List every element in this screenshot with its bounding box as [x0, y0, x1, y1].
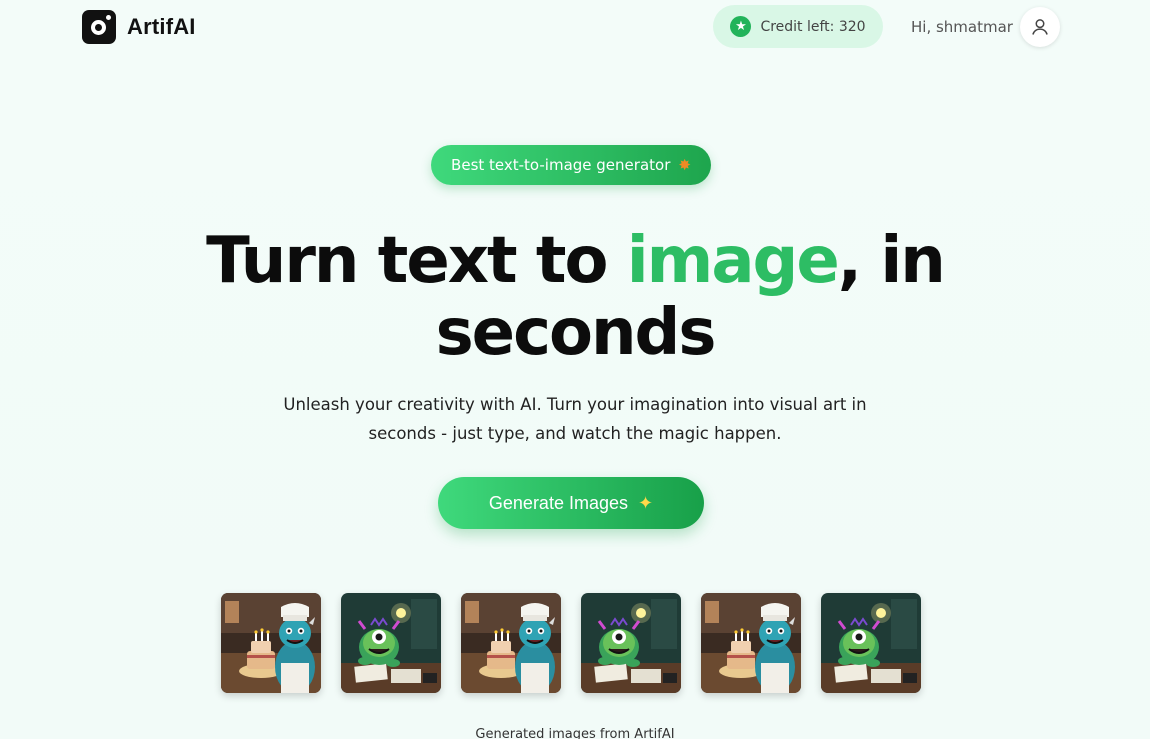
logo-icon — [82, 10, 116, 44]
hero-headline: Turn text to image, in seconds — [0, 225, 1150, 369]
star-icon: ✸ — [678, 156, 691, 174]
generated-image-thumbnail[interactable] — [581, 593, 681, 693]
sparkles-icon: ✦ — [637, 492, 654, 513]
generated-image-thumbnail[interactable] — [341, 593, 441, 693]
brand-name: ArtifAI — [127, 14, 196, 39]
brand-logo[interactable]: ArtifAI — [82, 10, 196, 44]
badge-label: Best text-to-image generator — [451, 156, 671, 174]
headline-highlight: image — [626, 224, 840, 298]
user-avatar[interactable] — [1020, 7, 1060, 47]
generate-images-button[interactable]: Generate Images ✦ — [438, 477, 704, 529]
user-icon — [1032, 19, 1048, 35]
generated-image-thumbnail[interactable] — [821, 593, 921, 693]
headline-line2: seconds — [435, 296, 717, 370]
star-icon: ★ — [730, 16, 752, 37]
generated-image-thumbnail[interactable] — [701, 593, 801, 693]
headline-text-end: , in — [837, 224, 946, 298]
cta-label: Generate Images — [488, 492, 628, 513]
subtitle-line1: Unleash your creativity with AI. Turn yo… — [283, 395, 867, 414]
generated-image-thumbnail[interactable] — [461, 593, 561, 693]
subtitle-line2: seconds - just type, and watch the magic… — [368, 424, 782, 443]
gallery-caption: Generated images from ArtifAI — [475, 727, 675, 739]
hero-subtitle: Unleash your creativity with AI. Turn yo… — [275, 390, 875, 448]
generated-gallery — [221, 593, 921, 693]
tagline-badge: Best text-to-image generator ✸ — [431, 145, 711, 185]
user-greeting: Hi, shmatmar — [911, 18, 1013, 36]
credit-label: Credit left: 320 — [760, 18, 866, 35]
headline-text: Turn text to — [206, 224, 627, 298]
generated-image-thumbnail[interactable] — [221, 593, 321, 693]
credit-button[interactable]: ★ Credit left: 320 — [713, 5, 883, 48]
